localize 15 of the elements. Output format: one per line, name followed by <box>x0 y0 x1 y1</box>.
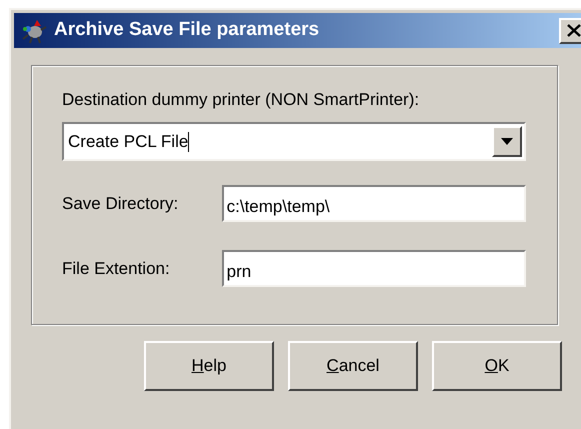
dropdown-arrow-button[interactable] <box>492 126 522 157</box>
caret-down-icon <box>501 138 513 145</box>
input-field[interactable]: c:\temp\temp\ <box>222 185 526 222</box>
dialog-button[interactable]: OK <box>432 341 562 391</box>
close-icon <box>567 24 581 37</box>
dialog-button[interactable]: Cancel <box>288 341 418 391</box>
field-label: Save Directory: <box>62 192 180 215</box>
window-title: Archive Save File parameters <box>54 18 320 42</box>
close-button[interactable] <box>559 18 581 44</box>
printer-dropdown[interactable]: Create PCL File <box>62 122 526 161</box>
dropdown-value: Create PCL File <box>68 130 188 153</box>
field-label: File Extention: <box>62 258 171 280</box>
dialog-button[interactable]: Help <box>144 341 274 391</box>
input-field[interactable]: prn <box>222 250 526 287</box>
destination-label: Destination dummy printer (NON SmartPrinter): <box>62 89 420 111</box>
